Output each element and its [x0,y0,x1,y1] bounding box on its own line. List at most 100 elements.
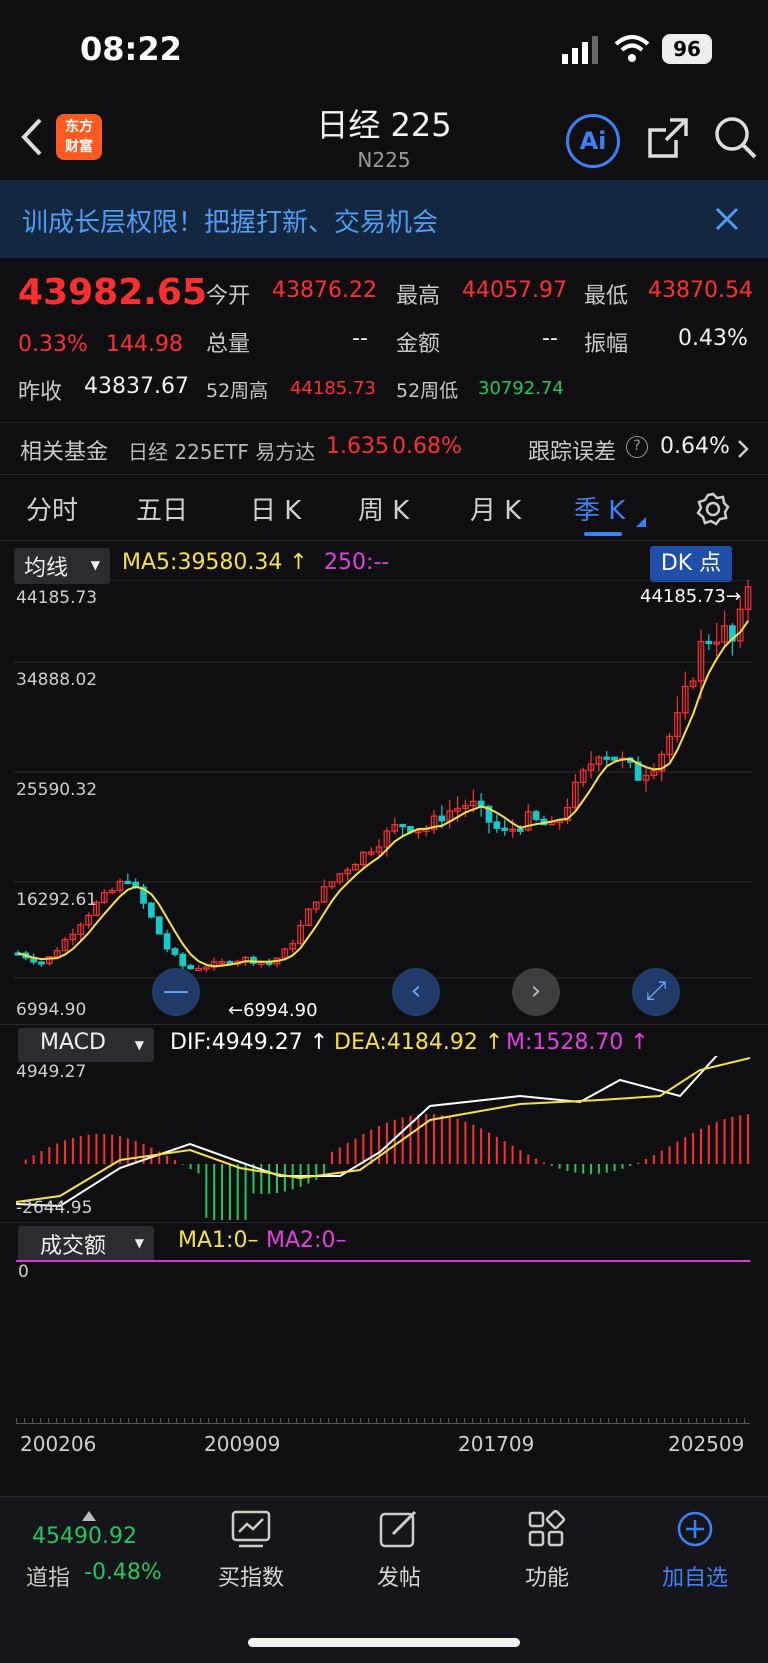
ma2-legend: MA2:0– [266,1228,347,1253]
promo-banner-text: 训成长层权限！把握打新、交易机会 [22,208,439,238]
candle-body [399,824,406,828]
search-icon[interactable] [712,114,760,162]
dk-point-button[interactable]: DK 点 [650,546,732,582]
candle-body [171,948,179,955]
dow-index-pct: -0.48% [84,1560,162,1585]
candle-body [493,821,501,829]
function-grid-icon[interactable] [492,1509,602,1557]
ma5-line [17,620,749,968]
volume-dropdown[interactable]: 成交额 ▼ [18,1226,154,1262]
ai-button[interactable]: Ai [566,114,620,168]
candle-body [38,961,45,965]
share-icon[interactable] [646,116,690,160]
help-icon[interactable]: ? [626,436,648,458]
close-icon[interactable] [714,206,740,232]
fund-pct: 0.68% [392,434,462,459]
candle-body [705,640,713,645]
high52-value: 44185.73 [290,378,376,399]
candle-body [438,815,446,822]
kline-chart[interactable] [0,580,768,1020]
ma5-legend: MA5:39580.34 ↑ [122,550,308,575]
add-watchlist-button[interactable]: 加自选 [640,1560,750,1592]
candle-body [517,828,524,832]
dow-index-label: 道指 [26,1566,71,1591]
settings-gear-icon[interactable] [696,492,730,526]
y-label-4: 6994.90 [16,1000,87,1020]
post-icon[interactable] [344,1510,454,1557]
date-label-3: 202509 [668,1432,745,1456]
low-label: 最低 [584,284,629,309]
macd-top-label: 4949.27 [16,1062,87,1082]
low52-label: 52周低 [396,380,459,402]
prev-close-label: 昨收 [18,380,63,405]
buy-index-button[interactable]: 买指数 [196,1560,306,1592]
open-value: 43876.22 [272,278,377,303]
scroll-right-button[interactable]: › [512,968,560,1016]
tab-timeshare[interactable]: 分时 [26,490,78,527]
tab-day-k[interactable]: 日 K [250,490,301,527]
function-button[interactable]: 功能 [492,1560,602,1592]
date-label-2: 201709 [458,1432,535,1456]
candle-body [501,827,509,831]
caret-icon [636,512,646,527]
candle-body [155,916,163,935]
tab-active-indicator [584,532,622,536]
high-value: 44057.97 [462,278,567,303]
tab-quarter-k[interactable]: 季 K [574,490,625,527]
prev-close-value: 43837.67 [84,374,189,399]
tab-week-k[interactable]: 周 K [358,490,409,527]
y-label-0: 44185.73 [16,588,98,608]
chevron-right-icon[interactable] [736,438,750,460]
candle-body [195,967,202,972]
date-label-1: 200909 [204,1432,281,1456]
dow-index-value[interactable]: 45490.92 [32,1524,137,1549]
candle-body [532,811,540,820]
volume-zero-label: 0 [18,1262,29,1282]
m-legend: M:1528.70 ↑ [506,1030,649,1055]
candle-body [179,953,187,967]
post-button[interactable]: 发帖 [344,1560,454,1592]
dea-line [15,1057,751,1203]
divider [0,474,768,475]
candle-body [265,961,273,965]
change-value: 144.98 [106,332,183,357]
candle-body [611,756,618,761]
dea-legend: DEA:4184.92 ↑ [334,1030,504,1055]
add-watchlist-icon[interactable] [640,1510,750,1557]
low52-value: 30792.74 [478,378,564,399]
signal-icon [560,36,604,64]
fullscreen-button[interactable]: ⤢ [632,968,680,1016]
change-pct: 0.33% [18,332,88,357]
ma250-legend: 250:-- [324,550,390,575]
divider [0,540,768,541]
volume-label: 总量 [206,332,251,357]
high-label: 最高 [396,284,441,309]
scroll-left-button[interactable]: ‹ [392,968,440,1016]
amount-label: 金额 [396,332,441,357]
current-price: 43982.65 [18,272,208,313]
chevron-down-icon: ▼ [134,1236,144,1250]
tab-five-day[interactable]: 五日 [136,490,188,527]
zoom-out-button[interactable]: — [152,968,200,1016]
low-value: 43870.54 [648,278,753,303]
status-time: 08:22 [80,30,182,68]
volume-ma-line [16,1260,750,1262]
up-caret-icon[interactable] [82,1506,96,1521]
battery-indicator: 96 [662,34,712,64]
divider [0,1024,768,1025]
ma1-legend: MA1:0– [178,1228,259,1253]
buy-index-icon[interactable] [196,1510,306,1557]
fund-label: 相关基金 [20,440,109,465]
amplitude-value: 0.43% [678,326,748,351]
wifi-icon [614,34,650,64]
candle-body [148,902,155,918]
chevron-down-icon: ▼ [90,558,100,572]
tracking-error-label: 跟踪误差 [528,440,617,465]
candle-body [187,965,194,970]
tab-month-k[interactable]: 月 K [470,490,521,527]
indicator-dropdown[interactable]: 均线 ▼ [14,548,110,584]
macd-chart[interactable] [0,1056,768,1220]
y-label-3: 16292.61 [16,890,98,910]
dif-line [15,1056,718,1208]
fund-name[interactable]: 日经 225ETF 易方达 [128,436,315,465]
